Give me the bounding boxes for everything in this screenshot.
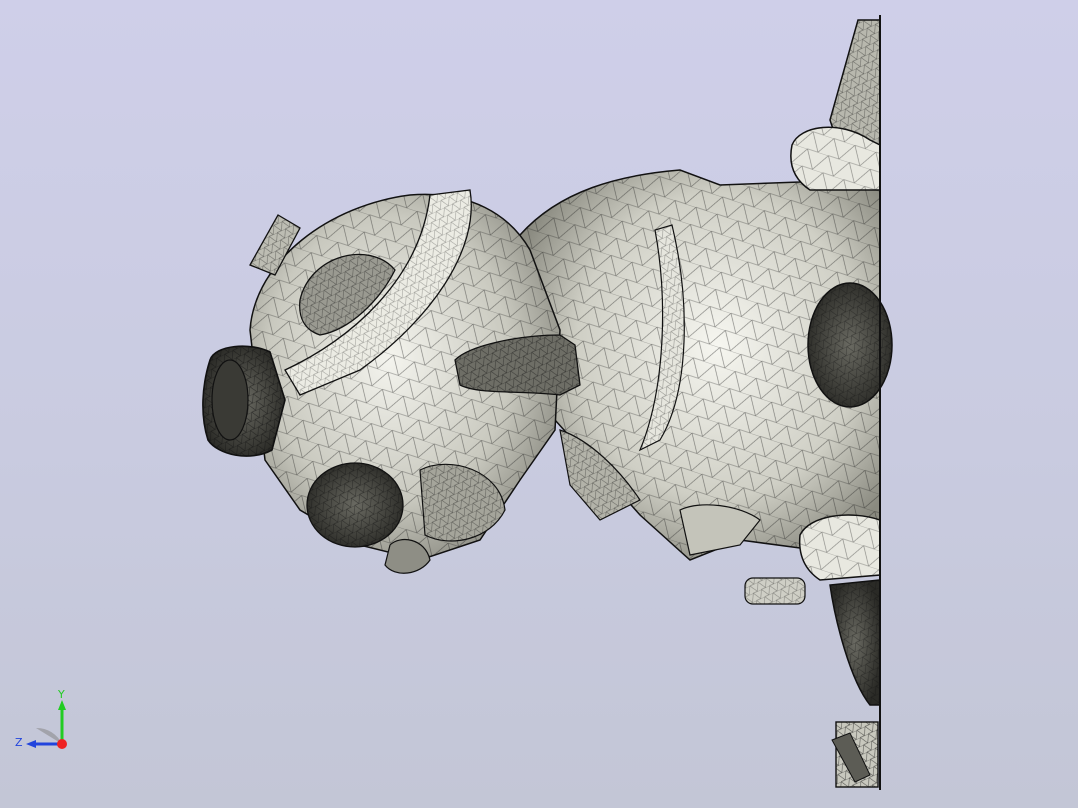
z-axis-label: Z xyxy=(15,736,23,749)
axis-triad[interactable]: Y Z xyxy=(12,686,82,756)
model-render xyxy=(202,15,893,790)
3d-viewport[interactable]: Y Z xyxy=(0,0,1078,808)
y-axis-arrow xyxy=(58,700,66,710)
detached-part[interactable] xyxy=(831,721,879,788)
respirator-nozzle[interactable] xyxy=(202,345,286,457)
y-axis-label: Y xyxy=(57,688,65,701)
x-axis-point xyxy=(57,739,67,749)
z-axis-arrow xyxy=(26,740,36,748)
shoulder-spike-top[interactable] xyxy=(790,19,881,191)
